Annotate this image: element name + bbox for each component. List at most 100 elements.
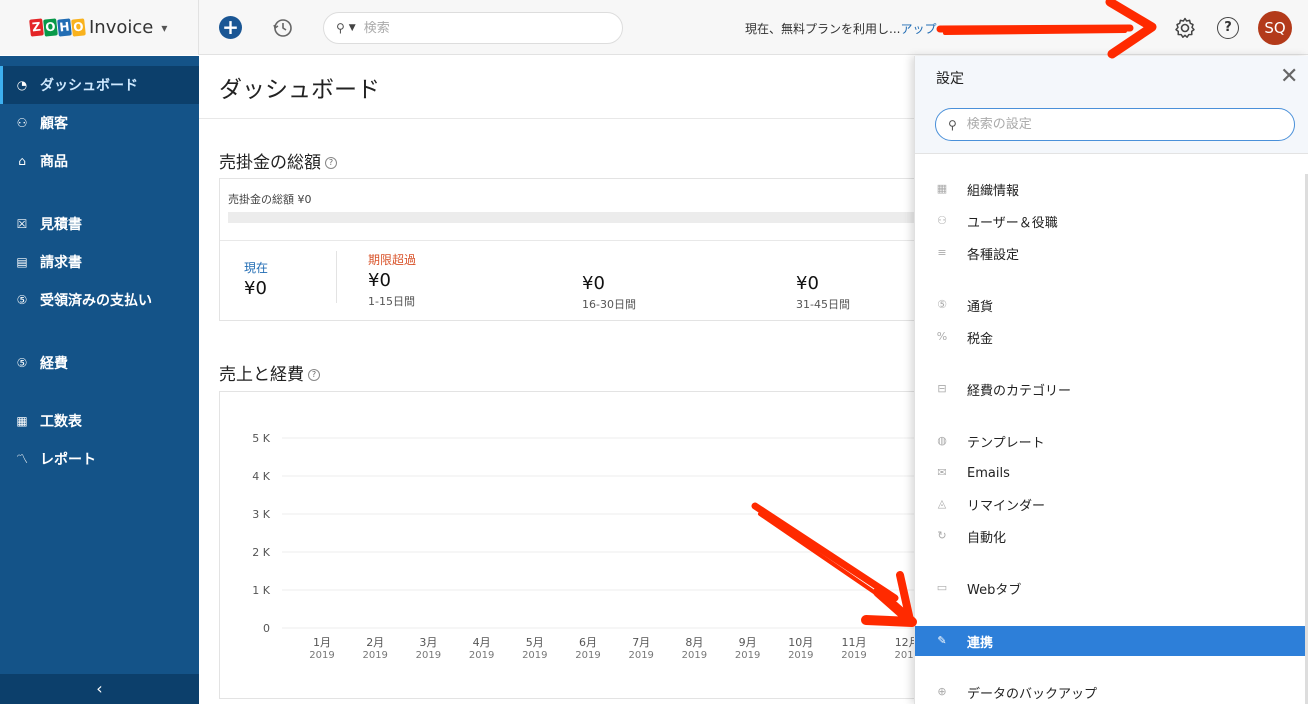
- bucket-amount: ¥0: [582, 273, 605, 294]
- gear-icon[interactable]: [1173, 16, 1197, 40]
- settings-item-label: 連携: [967, 635, 994, 651]
- bucket-range: 1-15日間: [368, 295, 415, 308]
- settings-item[interactable]: % 税金: [915, 322, 1307, 352]
- help-circle-icon[interactable]: ?: [308, 369, 320, 381]
- receivables-card: 売掛金の総額 ¥0 現在 ¥0 期限超過 ¥0 1-15日間 ¥0 16-30日…: [219, 178, 948, 321]
- plan-notice: 現在、無料プランを利用し...アップ: [745, 20, 936, 37]
- logo-letter: Z: [29, 18, 44, 37]
- close-icon[interactable]: ✕: [1280, 64, 1298, 89]
- chart-plot: 01 K2 K3 K4 K5 K1月20192月20193月20194月2019…: [252, 432, 940, 661]
- x-tick-label: 9月: [739, 636, 757, 649]
- sidebar-item-label: 商品: [40, 154, 68, 170]
- x-tick-year: 2019: [788, 650, 813, 661]
- x-tick-year: 2019: [628, 650, 653, 661]
- x-tick-label: 5月: [526, 636, 544, 649]
- x-tick-year: 2019: [309, 650, 334, 661]
- settings-item-label: 経費のカテゴリー: [967, 383, 1072, 399]
- y-tick-label: 0: [263, 622, 270, 635]
- settings-item[interactable]: ⚇ ユーザー＆役職: [915, 206, 1307, 236]
- settings-item[interactable]: ≡ 各種設定: [915, 238, 1307, 268]
- sidebar-item-payments[interactable]: ⑤ 受領済みの支払い: [0, 281, 199, 319]
- backup-icon: ⊕: [937, 685, 947, 698]
- settings-panel-title: 設定: [936, 71, 964, 87]
- x-tick-label: 8月: [685, 636, 703, 649]
- x-tick-label: 7月: [632, 636, 650, 649]
- help-icon[interactable]: ?: [1217, 17, 1239, 39]
- basket-icon: ⌂: [18, 154, 26, 168]
- users-icon: ⚇: [937, 214, 947, 227]
- bucket-amount: ¥0: [796, 273, 819, 294]
- help-circle-icon[interactable]: ?: [325, 157, 337, 169]
- quick-create-button[interactable]: +: [219, 16, 242, 39]
- history-icon[interactable]: [272, 17, 294, 39]
- settings-item-label: ユーザー＆役職: [967, 215, 1058, 231]
- zoho-logo: Z O H O: [29, 18, 86, 37]
- avatar[interactable]: SQ: [1258, 11, 1292, 45]
- sidebar-item-dashboard[interactable]: ◔ ダッシュボード: [0, 66, 199, 104]
- sidebar-item-reports[interactable]: 〽 レポート: [0, 440, 199, 478]
- receivables-bucket-1[interactable]: 期限超過 ¥0 1-15日間: [368, 251, 416, 309]
- upgrade-link[interactable]: アップ: [900, 22, 936, 36]
- settings-item[interactable]: ▦ 組織情報: [915, 174, 1307, 204]
- category-icon: ⊟: [937, 382, 947, 395]
- current-label: 現在: [244, 261, 269, 275]
- receivables-current[interactable]: 現在 ¥0: [244, 259, 268, 299]
- bucket-range: 31-45日間: [796, 298, 850, 311]
- x-tick-label: 3月: [419, 636, 437, 649]
- settings-item[interactable]: ▭ Webタブ: [915, 573, 1307, 603]
- email-icon: ✉: [937, 466, 947, 479]
- settings-item[interactable]: ✎ 連携: [915, 626, 1307, 656]
- settings-item-label: 自動化: [967, 530, 1007, 546]
- receivables-bucket-2[interactable]: ¥0 16-30日間: [582, 271, 636, 312]
- sidebar-item-timesheet[interactable]: ▦ 工数表: [0, 402, 199, 440]
- x-tick-label: 6月: [579, 636, 597, 649]
- x-tick-year: 2019: [575, 650, 600, 661]
- search-input[interactable]: [363, 20, 584, 36]
- integration-icon: ✎: [937, 634, 947, 647]
- x-tick-label: 4月: [473, 636, 491, 649]
- settings-item-label: Emails: [967, 465, 1010, 481]
- plan-text: 現在、無料プランを利用し...: [745, 22, 901, 36]
- settings-item[interactable]: ◬ リマインダー: [915, 489, 1307, 519]
- settings-item[interactable]: ◍ テンプレート: [915, 426, 1307, 456]
- sidebar-item-items[interactable]: ⌂ 商品: [0, 142, 199, 180]
- sidebar-item-invoices[interactable]: ▤ 請求書: [0, 243, 199, 281]
- x-tick-year: 2019: [416, 650, 441, 661]
- settings-search-input[interactable]: [966, 117, 1267, 132]
- sidebar-collapse-button[interactable]: ‹: [0, 674, 199, 704]
- sidebar-item-customers[interactable]: ⚇ 顧客: [0, 104, 199, 142]
- timesheet-icon: ▦: [16, 414, 28, 428]
- y-tick-label: 3 K: [252, 508, 270, 521]
- app-switcher[interactable]: Z O H O Invoice ▾: [0, 0, 199, 55]
- settings-item[interactable]: ⊕ データのバックアップ: [915, 677, 1307, 704]
- search-filter-dropdown[interactable]: ▼: [349, 23, 356, 33]
- settings-item-label: Webタブ: [967, 582, 1022, 598]
- top-bar: Z O H O Invoice ▾ + ⚲ ▼ 現在、無料プランを利用し...ア…: [0, 0, 1308, 55]
- receivables-bucket-3[interactable]: ¥0 31-45日間: [796, 271, 850, 312]
- sidebar-item-expenses[interactable]: ⑤ 経費: [0, 344, 199, 382]
- sales-expenses-chart: 01 K2 K3 K4 K5 K 1月 2019 2月 2019 3月 2019 4月 2019…: [219, 391, 940, 699]
- global-search[interactable]: ⚲ ▼: [323, 12, 623, 44]
- estimate-icon: ☒: [16, 217, 28, 231]
- sidebar-item-label: ダッシュボード: [40, 78, 138, 94]
- settings-item[interactable]: ✉ Emails: [915, 458, 1307, 488]
- report-icon: 〽: [15, 452, 28, 466]
- dashboard-icon: ◔: [16, 78, 28, 92]
- settings-panel: 設定 ✕ ⚲ ▦ 組織情報 ⚇ ユーザー＆役職 ≡ 各種設定 ⑤ 通貨 % 税金 ⊟ 経費のカテゴリー…: [914, 56, 1308, 704]
- currency-icon: ⑤: [937, 298, 947, 311]
- search-icon: ⚲: [948, 117, 957, 132]
- settings-item[interactable]: ↻ 自動化: [915, 521, 1307, 551]
- overdue-label: 期限超過: [368, 253, 417, 267]
- current-amount: ¥0: [244, 278, 267, 299]
- settings-item[interactable]: ⊟ 経費のカテゴリー: [915, 374, 1307, 404]
- invoice-icon: ▤: [16, 255, 28, 269]
- sidebar: ◔ ダッシュボード ⚇ 顧客 ⌂ 商品 ☒ 見積書 ▤ 請求書 ⑤ 受領済みの支…: [0, 56, 199, 704]
- x-tick-year: 2019: [735, 650, 760, 661]
- x-tick-label: 2月: [366, 636, 384, 649]
- settings-item[interactable]: ⑤ 通貨: [915, 290, 1307, 320]
- sidebar-item-estimates[interactable]: ☒ 見積書: [0, 205, 199, 243]
- sliders-icon: ≡: [937, 246, 947, 259]
- settings-item-label: 通貨: [967, 299, 994, 315]
- page-title: ダッシュボード: [219, 77, 380, 103]
- settings-search[interactable]: ⚲: [935, 108, 1295, 141]
